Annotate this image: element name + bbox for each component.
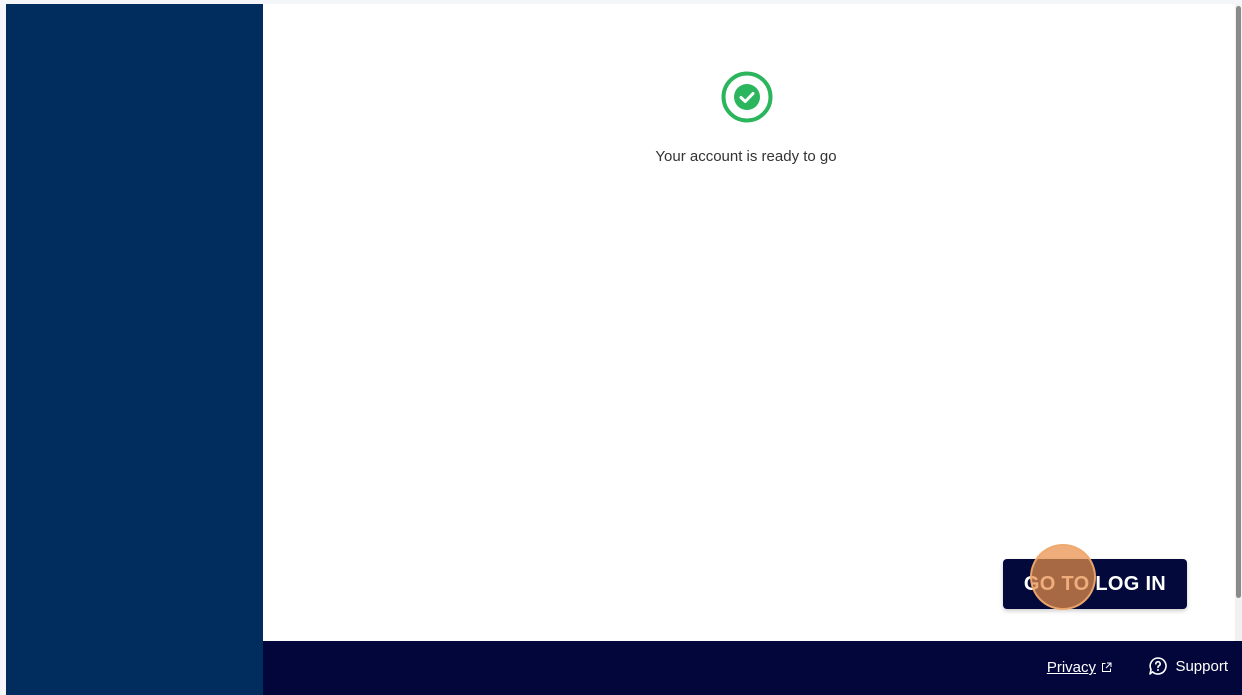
go-to-login-button[interactable]: GO TO LOG IN — [1003, 559, 1187, 609]
status-message: Your account is ready to go — [655, 148, 837, 165]
chat-question-icon — [1149, 657, 1168, 675]
support-link[interactable]: Support — [1148, 656, 1228, 676]
vertical-scrollbar[interactable] — [1235, 4, 1242, 641]
privacy-link[interactable]: Privacy — [1047, 659, 1112, 676]
app-frame: Your account is ready to go GO TO LOG IN… — [6, 4, 1242, 695]
external-link-icon — [1102, 662, 1112, 672]
privacy-label: Privacy — [1046, 659, 1096, 676]
footer-bar: Privacy Support — [263, 641, 1242, 695]
scrollbar-thumb[interactable] — [1236, 6, 1241, 598]
check-circle-icon — [721, 71, 773, 123]
support-label: Support — [1175, 657, 1228, 675]
sidebar-panel — [6, 4, 263, 695]
main-content: Your account is ready to go GO TO LOG IN — [263, 4, 1242, 641]
